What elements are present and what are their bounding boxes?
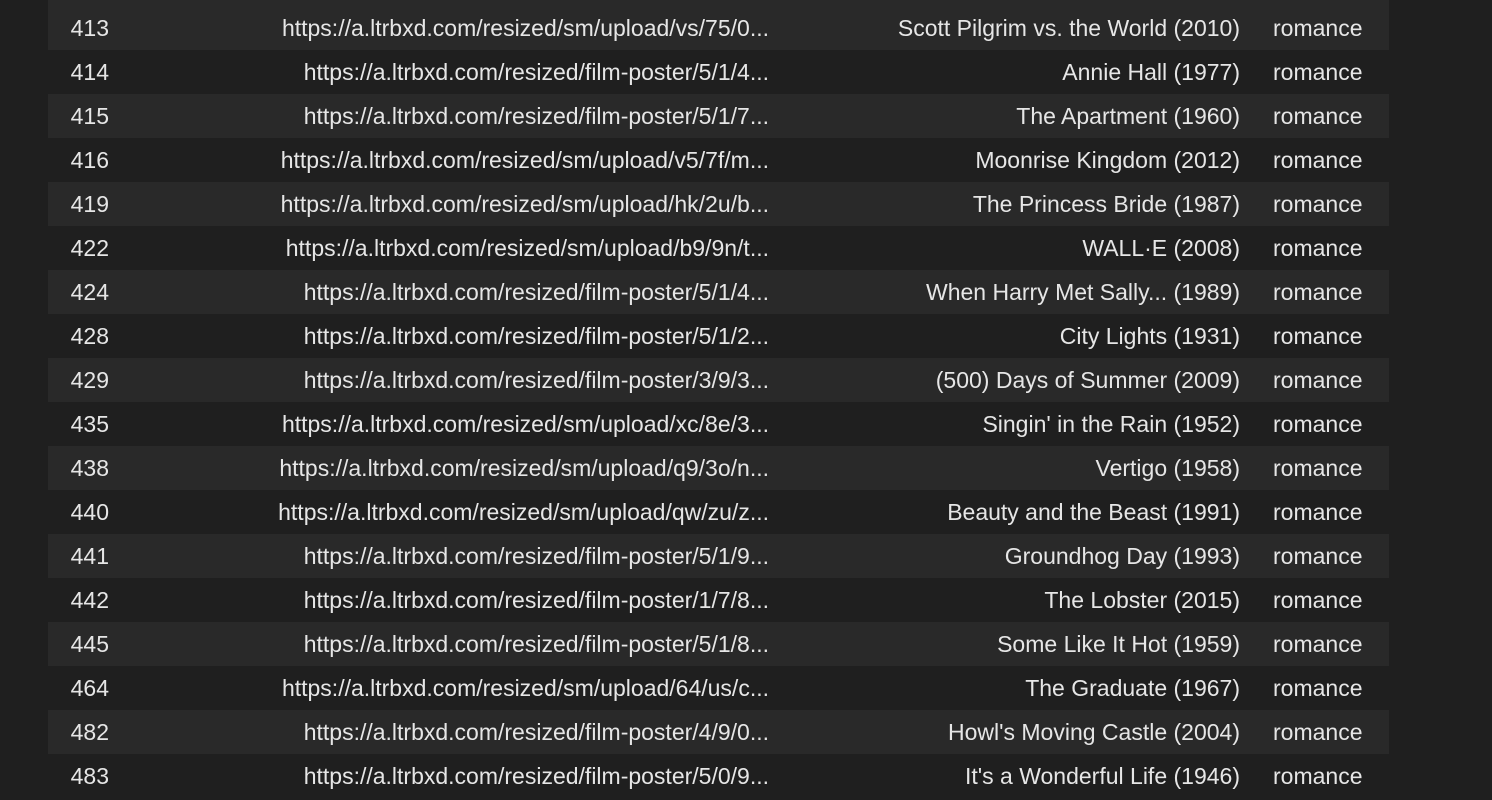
genre-cell: romance [1273,146,1363,173]
title-cell: City Lights (1931) [1059,322,1240,349]
table-body: 413 https://a.ltrbxd.com/resized/sm/uploa… [48,6,1389,798]
genre-cell: romance [1273,586,1363,613]
title-cell: Groundhog Day (1993) [1004,542,1240,569]
genre-cell: romance [1273,234,1363,261]
row-index-cell: 483 [70,762,109,789]
title-cell: (500) Days of Summer (2009) [935,366,1240,393]
row-index-cell: 442 [70,586,109,613]
table-row: 415 https://a.ltrbxd.com/resized/film-pos… [48,94,1389,138]
title-cell: The Lobster (2015) [1044,586,1240,613]
table-row: 482 https://a.ltrbxd.com/resized/film-pos… [48,710,1389,754]
poster-url-cell: https://a.ltrbxd.com/resized/film-poster… [303,586,769,613]
row-index-cell: 428 [70,322,109,349]
row-index-cell: 435 [70,410,109,437]
title-cell: Vertigo (1958) [1095,454,1240,481]
row-index-cell: 440 [70,498,109,525]
title-cell: WALL·E (2008) [1082,234,1240,261]
poster-url-cell: https://a.ltrbxd.com/resized/sm/upload/v… [280,146,769,173]
row-index-cell: 445 [70,630,109,657]
row-index-cell: 464 [70,674,109,701]
poster-url-cell: https://a.ltrbxd.com/resized/film-poster… [303,762,769,789]
dataframe-output: 413 https://a.ltrbxd.com/resized/sm/uploa… [0,0,1492,800]
table-row: 413 https://a.ltrbxd.com/resized/sm/uploa… [48,6,1389,50]
genre-cell: romance [1273,190,1363,217]
genre-cell: romance [1273,542,1363,569]
title-cell: Beauty and the Beast (1991) [947,498,1240,525]
table-row: 440 https://a.ltrbxd.com/resized/sm/uploa… [48,490,1389,534]
poster-url-cell: https://a.ltrbxd.com/resized/film-poster… [303,58,769,85]
row-index-cell: 422 [70,234,109,261]
row-index-cell: 416 [70,146,109,173]
poster-url-cell: https://a.ltrbxd.com/resized/film-poster… [303,366,769,393]
genre-cell: romance [1273,102,1363,129]
genre-cell: romance [1273,454,1363,481]
poster-url-cell: https://a.ltrbxd.com/resized/film-poster… [303,542,769,569]
table-row: 442 https://a.ltrbxd.com/resized/film-pos… [48,578,1389,622]
title-cell: Howl's Moving Castle (2004) [947,718,1240,745]
row-index-cell: 438 [70,454,109,481]
genre-cell: romance [1273,718,1363,745]
title-cell: Annie Hall (1977) [1062,58,1240,85]
table-row: 424 https://a.ltrbxd.com/resized/film-pos… [48,270,1389,314]
table-row: 445 https://a.ltrbxd.com/resized/film-pos… [48,622,1389,666]
table-row: 429 https://a.ltrbxd.com/resized/film-pos… [48,358,1389,402]
genre-cell: romance [1273,278,1363,305]
title-cell: Some Like It Hot (1959) [997,630,1240,657]
genre-cell: romance [1273,14,1363,41]
genre-cell: romance [1273,410,1363,437]
table-row: 428 https://a.ltrbxd.com/resized/film-pos… [48,314,1389,358]
table-row: 438 https://a.ltrbxd.com/resized/sm/uploa… [48,446,1389,490]
poster-url-cell: https://a.ltrbxd.com/resized/sm/upload/h… [280,190,769,217]
row-index-cell: 415 [70,102,109,129]
poster-url-cell: https://a.ltrbxd.com/resized/film-poster… [303,630,769,657]
poster-url-cell: https://a.ltrbxd.com/resized/sm/upload/x… [281,410,769,437]
title-cell: It's a Wonderful Life (1946) [964,762,1240,789]
row-index-cell: 419 [70,190,109,217]
table-row: 414 https://a.ltrbxd.com/resized/film-pos… [48,50,1389,94]
title-cell: Scott Pilgrim vs. the World (2010) [897,14,1240,41]
genre-cell: romance [1273,674,1363,701]
row-index-cell: 414 [70,58,109,85]
title-cell: The Apartment (1960) [1016,102,1240,129]
poster-url-cell: https://a.ltrbxd.com/resized/sm/upload/q… [279,454,769,481]
genre-cell: romance [1273,58,1363,85]
table-row: 416 https://a.ltrbxd.com/resized/sm/uploa… [48,138,1389,182]
poster-url-cell: https://a.ltrbxd.com/resized/film-poster… [303,102,769,129]
genre-cell: romance [1273,322,1363,349]
title-cell: Singin' in the Rain (1952) [982,410,1240,437]
genre-cell: romance [1273,366,1363,393]
poster-url-cell: https://a.ltrbxd.com/resized/film-poster… [303,718,769,745]
table-row: 419 https://a.ltrbxd.com/resized/sm/uploa… [48,182,1389,226]
poster-url-cell: https://a.ltrbxd.com/resized/sm/upload/6… [281,674,769,701]
row-index-cell: 413 [70,14,109,41]
table-row: 441 https://a.ltrbxd.com/resized/film-pos… [48,534,1389,578]
row-index-cell: 429 [70,366,109,393]
title-cell: The Graduate (1967) [1025,674,1240,701]
poster-url-cell: https://a.ltrbxd.com/resized/film-poster… [303,278,769,305]
row-index-cell: 424 [70,278,109,305]
row-index-cell: 482 [70,718,109,745]
poster-url-cell: https://a.ltrbxd.com/resized/sm/upload/q… [278,498,769,525]
table-row: 483 https://a.ltrbxd.com/resized/film-pos… [48,754,1389,798]
title-cell: When Harry Met Sally... (1989) [925,278,1240,305]
poster-url-cell: https://a.ltrbxd.com/resized/sm/upload/b… [285,234,769,261]
table-row: 464 https://a.ltrbxd.com/resized/sm/uploa… [48,666,1389,710]
genre-cell: romance [1273,762,1363,789]
poster-url-cell: https://a.ltrbxd.com/resized/sm/upload/v… [281,14,769,41]
genre-cell: romance [1273,498,1363,525]
title-cell: The Princess Bride (1987) [972,190,1240,217]
table-row: 422 https://a.ltrbxd.com/resized/sm/uploa… [48,226,1389,270]
row-index-cell: 441 [70,542,109,569]
table-row: 435 https://a.ltrbxd.com/resized/sm/uploa… [48,402,1389,446]
title-cell: Moonrise Kingdom (2012) [975,146,1240,173]
poster-url-cell: https://a.ltrbxd.com/resized/film-poster… [303,322,769,349]
genre-cell: romance [1273,630,1363,657]
